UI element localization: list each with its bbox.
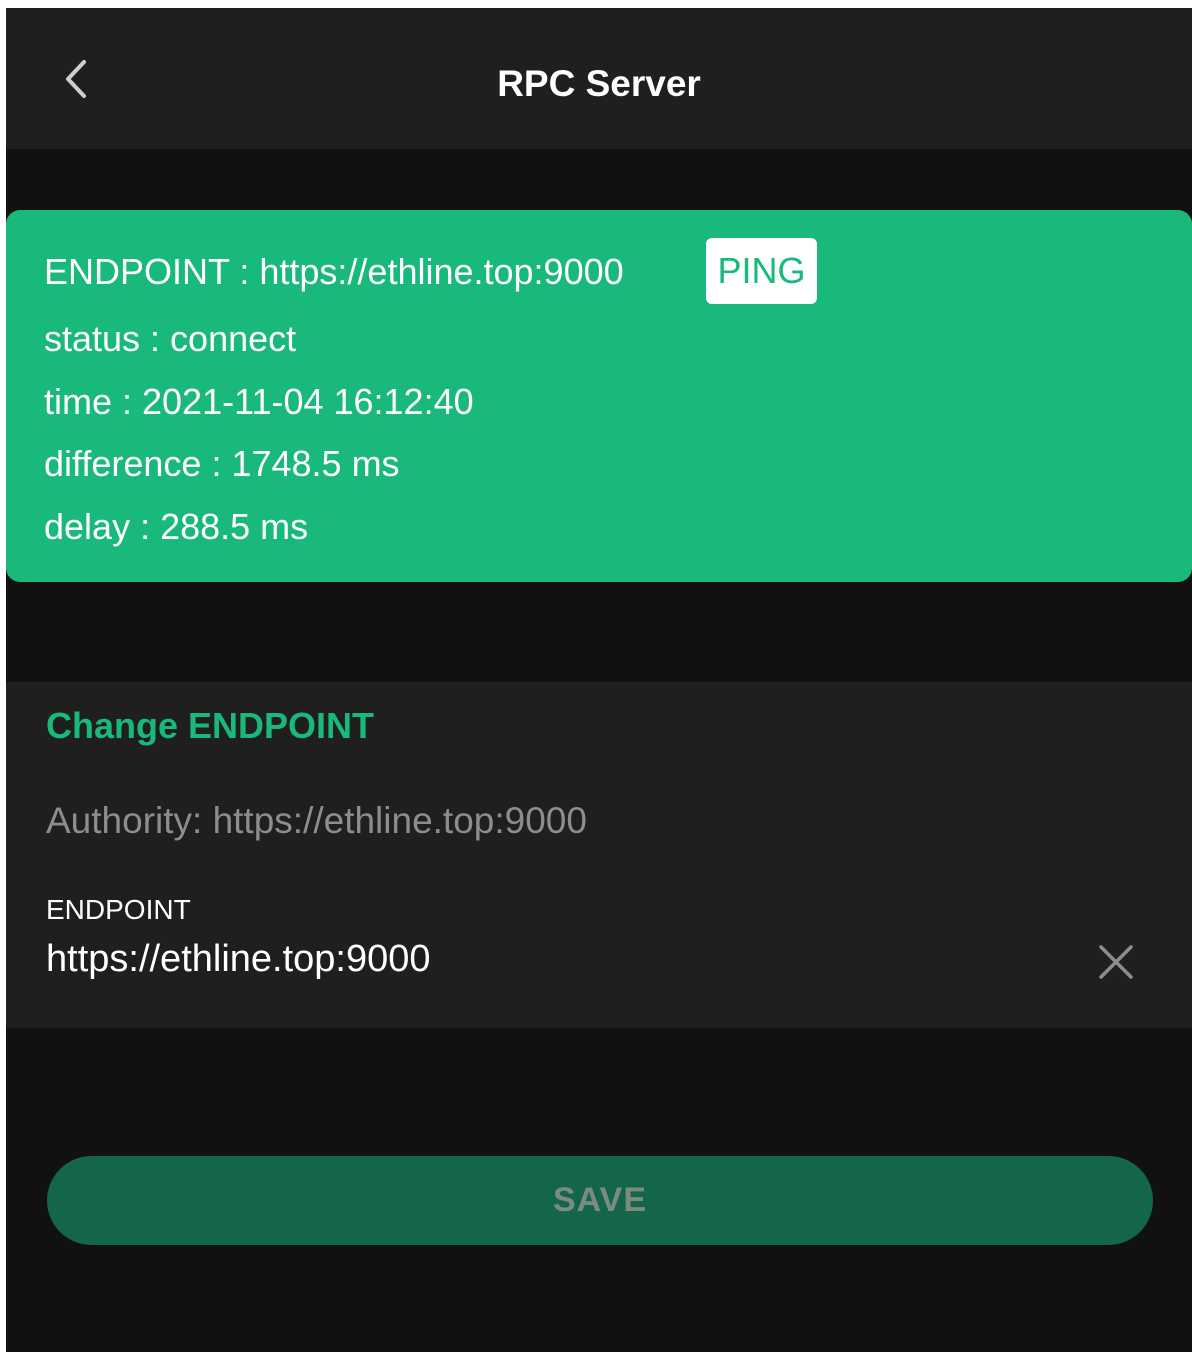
endpoint-field-label: ENDPOINT <box>46 894 191 925</box>
save-button[interactable]: SAVE <box>47 1156 1153 1245</box>
close-icon <box>1099 945 1133 979</box>
change-endpoint-section: Change ENDPOINT Authority: https://ethli… <box>6 682 1192 1028</box>
difference-line: difference : 1748.5 ms <box>44 443 400 484</box>
delay-line: delay : 288.5 ms <box>44 506 309 547</box>
endpoint-input[interactable] <box>46 934 1046 984</box>
rpc-server-screen: RPC Server ENDPOINT : https://ethline.to… <box>6 8 1192 1352</box>
connection-status-line: status : connect <box>44 318 297 359</box>
time-line: time : 2021-11-04 16:12:40 <box>44 381 474 422</box>
clear-input-button[interactable] <box>1092 938 1140 986</box>
authority-text: Authority: https://ethline.top:9000 <box>46 800 587 841</box>
app-header: RPC Server <box>6 8 1192 149</box>
endpoint-status-line: ENDPOINT : https://ethline.top:9000 <box>44 251 624 292</box>
section-title: Change ENDPOINT <box>46 705 375 746</box>
page-title: RPC Server <box>497 63 701 104</box>
ping-button[interactable]: PING <box>706 238 817 304</box>
